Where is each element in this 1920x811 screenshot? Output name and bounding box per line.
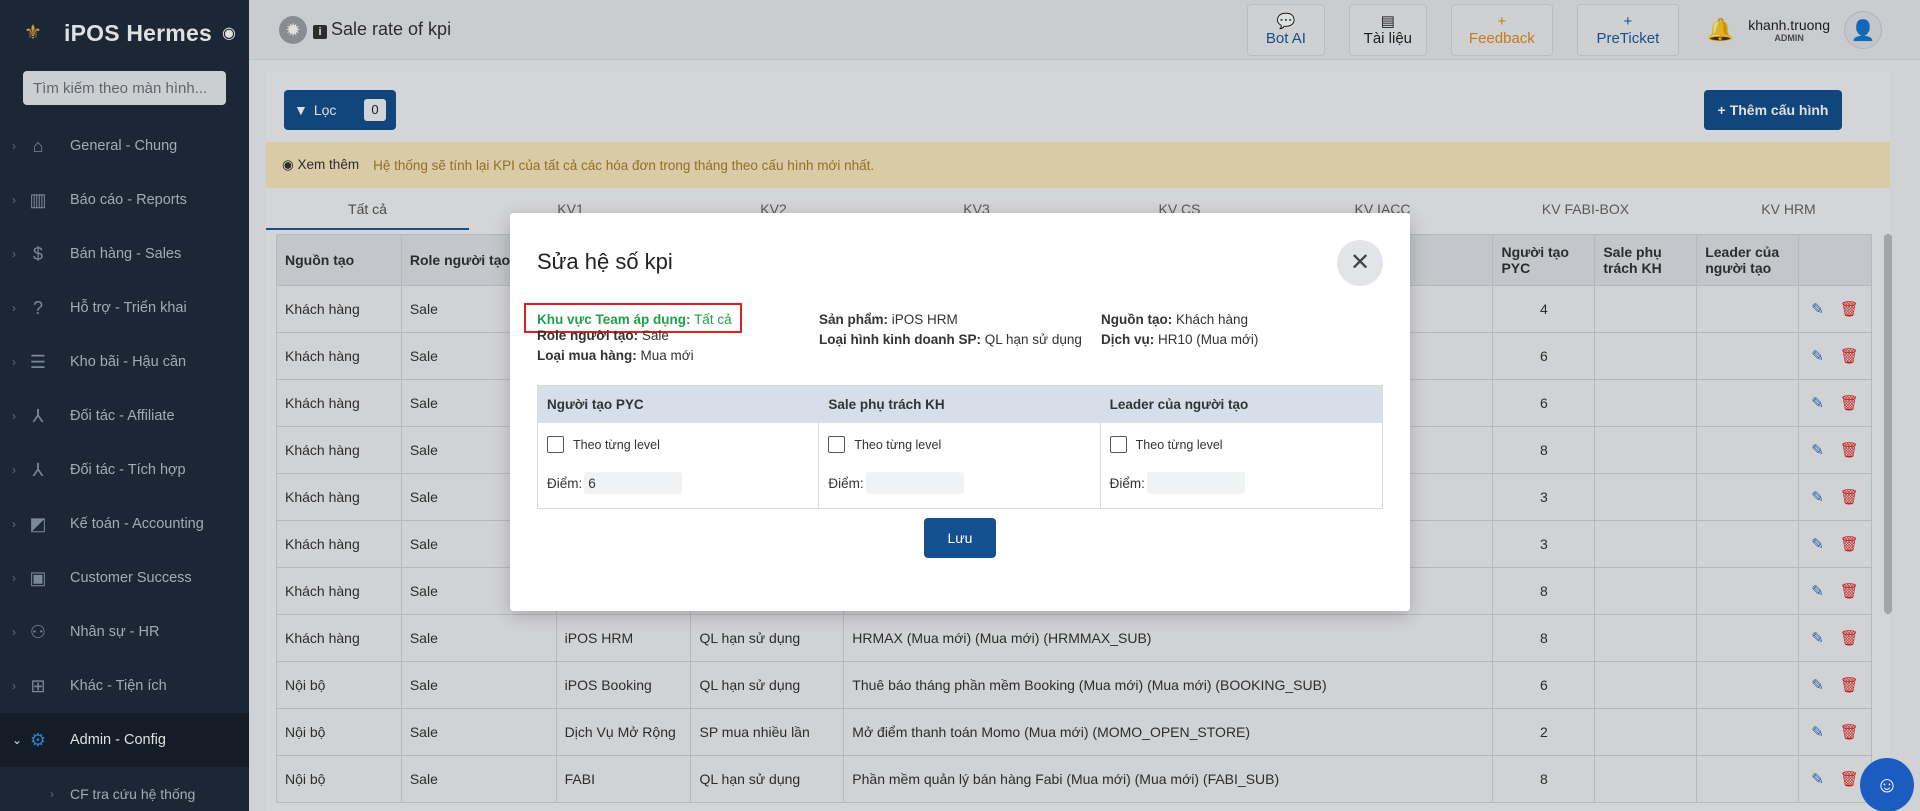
kpi-header-sale: Sale phụ trách KH [828,397,945,412]
product-value: iPOS HRM [891,312,958,327]
team-area-label: Khu vực Team áp dụng: [537,312,691,327]
business-type-line: Loại hình kinh doanh SP: QL hạn sử dụng [819,330,1082,350]
kpi-score-header: Người tạo PYC Sale phụ trách KH Leader c… [538,386,1382,423]
close-icon: ✕ [1349,249,1371,276]
checkbox-label: Theo từng level [854,437,942,452]
service-value: HR10 (Mua mới) [1158,332,1259,347]
score-label: Điểm: [828,475,864,491]
source-label: Nguồn tạo: [1101,312,1173,327]
kpi-header-creator: Người tạo PYC [547,397,644,412]
product-line: Sản phẩm: iPOS HRM [819,310,1082,330]
product-label: Sản phẩm: [819,312,889,327]
purchase-type-label: Loại mua hàng: [537,348,637,363]
info-column-left: Khu vực Team áp dụng: Tất cả Role người … [537,310,732,366]
modal-title: Sửa hệ số kpi [537,249,673,274]
by-level-checkbox[interactable]: Theo từng level [1109,436,1223,453]
business-type-value: QL hạn sử dụng [984,332,1082,347]
score-label: Điểm: [1109,475,1145,491]
role-value: Sale [641,328,669,343]
kpi-score-table: Người tạo PYC Sale phụ trách KH Leader c… [537,385,1383,509]
info-column-right: Nguồn tạo: Khách hàng Dịch vụ: HR10 (Mua… [1101,310,1258,350]
chatbot-button[interactable]: ☺ [1860,758,1914,811]
checkbox-label: Theo từng level [573,437,660,452]
score-field: Điểm: [1110,472,1245,494]
business-type-label: Loại hình kinh doanh SP: [819,332,981,347]
kpi-cell-leader: Theo từng level Điểm: [1101,423,1382,508]
checkbox-box[interactable] [547,436,564,453]
role-label: Role người tạo: [537,328,639,343]
checkbox-label: Theo từng level [1135,437,1223,452]
purchase-type-line: Loại mua hàng: Mua mới [537,346,732,366]
close-button[interactable]: ✕ [1337,240,1383,286]
score-label: Điểm: [547,475,583,491]
service-label: Dịch vụ: [1101,332,1155,347]
kpi-header-leader: Leader của người tạo [1109,397,1249,412]
score-field: Điểm: [828,472,964,494]
checkbox-box[interactable] [1109,436,1127,453]
team-area-value: Tất cả [694,312,732,327]
score-input-leader[interactable] [1146,472,1245,494]
by-level-checkbox[interactable]: Theo từng level [828,436,941,453]
by-level-checkbox[interactable]: Theo từng level [547,436,660,453]
source-line: Nguồn tạo: Khách hàng [1101,310,1258,330]
checkbox-box[interactable] [828,436,846,453]
edit-kpi-modal: Sửa hệ số kpi ✕ Khu vực Team áp dụng: Tấ… [510,213,1410,611]
purchase-type-value: Mua mới [640,348,694,363]
kpi-cell-creator: Theo từng level Điểm: [538,423,820,508]
score-input-creator[interactable] [584,472,683,494]
score-input-sale[interactable] [865,472,964,494]
robot-icon: ☺ [1875,772,1899,797]
save-button[interactable]: Lưu [924,518,996,558]
score-field: Điểm: [547,472,683,494]
source-value: Khách hàng [1176,312,1249,327]
info-column-middle: Sản phẩm: iPOS HRM Loại hình kinh doanh … [819,310,1082,350]
kpi-cell-sale: Theo từng level Điểm: [819,423,1101,508]
service-line: Dịch vụ: HR10 (Mua mới) [1101,330,1258,350]
